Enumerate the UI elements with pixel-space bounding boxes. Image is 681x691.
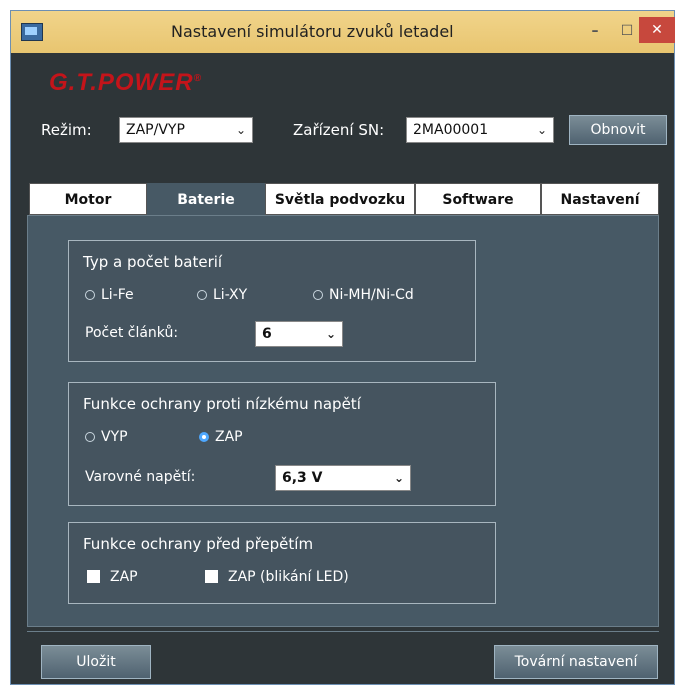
tab-software[interactable]: Software bbox=[415, 183, 541, 215]
cell-count-label: Počet článků: bbox=[85, 325, 179, 341]
warning-voltage-value: 6,3 V bbox=[282, 470, 323, 486]
low-voltage-group: Funkce ochrany proti nízkému napětí VYP … bbox=[68, 382, 496, 506]
radio-circle-icon bbox=[313, 290, 323, 300]
app-window: Nastavení simulátoru zvuků letadel – ☐ ✕… bbox=[10, 10, 675, 685]
chevron-down-icon: ⌄ bbox=[393, 471, 404, 485]
device-label: Zařízení SN: bbox=[293, 121, 385, 139]
title-bar: Nastavení simulátoru zvuků letadel – ☐ ✕ bbox=[11, 11, 675, 53]
radio-selected-icon bbox=[199, 432, 209, 442]
radio-circle-icon bbox=[197, 290, 207, 300]
footer-divider bbox=[27, 631, 659, 632]
tab-nastaveni[interactable]: Nastavení bbox=[541, 183, 659, 215]
chevron-down-icon: ⌄ bbox=[235, 123, 246, 137]
radio-circle-icon bbox=[85, 432, 95, 442]
radio-li-xy[interactable]: Li-XY bbox=[197, 287, 247, 303]
minimize-button[interactable]: – bbox=[581, 19, 609, 43]
radio-circle-icon bbox=[85, 290, 95, 300]
mode-select-value: ZAP/VYP bbox=[126, 122, 185, 138]
checkbox-overvoltage-led[interactable]: ZAP (blikání LED) bbox=[205, 569, 349, 585]
tab-svetla-podvozku[interactable]: Světla podvozku bbox=[265, 183, 415, 215]
checkbox-icon bbox=[205, 570, 218, 583]
brand-logo: G.T.POWER® bbox=[49, 69, 202, 96]
factory-reset-button[interactable]: Tovární nastavení bbox=[494, 645, 658, 679]
tab-bar: Motor Baterie Světla podvozku Software N… bbox=[29, 183, 659, 215]
overvoltage-title: Funkce ochrany před přepětím bbox=[83, 535, 314, 553]
chevron-down-icon: ⌄ bbox=[536, 123, 547, 137]
app-icon bbox=[21, 23, 43, 41]
mode-label: Režim: bbox=[41, 121, 92, 139]
radio-low-voltage-off[interactable]: VYP bbox=[85, 429, 128, 445]
maximize-button[interactable]: ☐ bbox=[615, 19, 639, 43]
chevron-down-icon: ⌄ bbox=[325, 327, 336, 341]
refresh-button[interactable]: Obnovit bbox=[569, 115, 667, 145]
low-voltage-title: Funkce ochrany proti nízkému napětí bbox=[83, 395, 361, 413]
device-select-value: 2MA00001 bbox=[413, 122, 489, 138]
radio-low-voltage-on[interactable]: ZAP bbox=[199, 429, 243, 445]
battery-panel: Typ a počet baterií Li-Fe Li-XY Ni-MH/Ni… bbox=[27, 215, 659, 627]
warning-voltage-label: Varovné napětí: bbox=[85, 469, 196, 485]
device-select[interactable]: 2MA00001 ⌄ bbox=[406, 117, 554, 143]
warning-voltage-select[interactable]: 6,3 V ⌄ bbox=[275, 465, 411, 491]
close-button[interactable]: ✕ bbox=[639, 17, 675, 43]
save-button[interactable]: Uložit bbox=[41, 645, 151, 679]
window-title: Nastavení simulátoru zvuků letadel bbox=[171, 22, 454, 41]
cell-count-value: 6 bbox=[262, 326, 272, 342]
overvoltage-group: Funkce ochrany před přepětím ZAP ZAP (bl… bbox=[68, 522, 496, 604]
tab-baterie[interactable]: Baterie bbox=[147, 183, 265, 215]
radio-li-fe[interactable]: Li-Fe bbox=[85, 287, 134, 303]
checkbox-icon bbox=[87, 570, 100, 583]
radio-ni-mh[interactable]: Ni-MH/Ni-Cd bbox=[313, 287, 414, 303]
tab-motor[interactable]: Motor bbox=[29, 183, 147, 215]
mode-select[interactable]: ZAP/VYP ⌄ bbox=[119, 117, 253, 143]
cell-count-select[interactable]: 6 ⌄ bbox=[255, 321, 343, 347]
battery-type-title: Typ a počet baterií bbox=[83, 253, 223, 271]
battery-type-group: Typ a počet baterií Li-Fe Li-XY Ni-MH/Ni… bbox=[68, 240, 476, 362]
checkbox-overvoltage-on[interactable]: ZAP bbox=[87, 569, 138, 585]
